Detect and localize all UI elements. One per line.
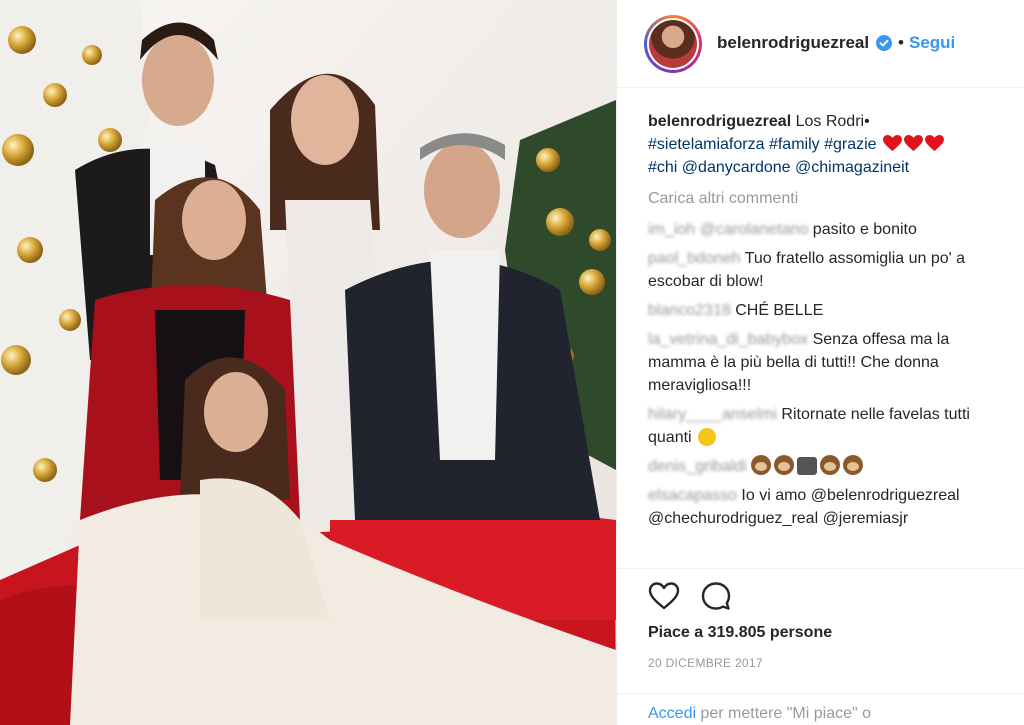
- comment-username[interactable]: la_vetrina_di_babybox: [648, 331, 808, 348]
- caption-username[interactable]: belenrodriguezreal: [648, 113, 791, 130]
- actions-divider: [617, 568, 1024, 569]
- comment-text: CHÉ BELLE: [735, 302, 824, 319]
- post-date[interactable]: 20 DICEMBRE 2017: [648, 656, 763, 670]
- comment: im_ioh @carolanetano pasito e bonito: [648, 218, 1008, 241]
- monkey-emoji-icon: [751, 455, 772, 475]
- login-divider: [617, 693, 1024, 694]
- comments-section: belenrodriguezreal Los Rodri• #sietelami…: [648, 110, 1008, 536]
- post-header: belenrodriguezreal • Segui: [617, 0, 1024, 88]
- caption: belenrodriguezreal Los Rodri• #sietelami…: [648, 110, 1008, 179]
- caption-hashtags[interactable]: #sietelamiaforza #family #grazie: [648, 136, 877, 153]
- likes-count[interactable]: Piace a 319.805 persone: [648, 624, 832, 642]
- comment-icon[interactable]: [700, 581, 732, 611]
- comment: hilary____anselmi Ritornate nelle favela…: [648, 403, 1008, 449]
- load-more-comments[interactable]: Carica altri commenti: [648, 187, 1008, 210]
- caption-text: Los Rodri•: [795, 113, 870, 130]
- comment: la_vetrina_di_babybox Senza offesa ma la…: [648, 328, 1008, 397]
- follow-separator: •: [898, 33, 904, 52]
- comment-username[interactable]: im_ioh @carolanetano: [648, 221, 808, 238]
- login-link[interactable]: Accedi: [648, 705, 696, 722]
- red-heart-emoji-icon: [925, 135, 944, 152]
- monkey-emoji-icon: [843, 455, 864, 475]
- red-heart-emoji-icon: [883, 135, 902, 152]
- login-prompt: Accedi per mettere "Mi piace" o: [648, 705, 871, 723]
- comment-text: pasito e bonito: [812, 221, 917, 238]
- winking-tongue-emoji-icon: [698, 428, 717, 446]
- comment: paol_bdoneh Tuo fratello assomiglia un p…: [648, 247, 1008, 293]
- comment: blanco2318 CHÉ BELLE: [648, 299, 1008, 322]
- slot-machine-emoji-icon: [797, 457, 818, 475]
- follow-button[interactable]: Segui: [909, 33, 955, 53]
- monkey-emoji-icon: [774, 455, 795, 475]
- comment-username[interactable]: denis_gribaldi: [648, 458, 747, 475]
- post-side-panel: belenrodriguezreal • Segui belenrodrigue…: [616, 0, 1024, 725]
- comment-username[interactable]: blanco2318: [648, 302, 731, 319]
- verified-badge-icon: [876, 35, 892, 51]
- comment-username[interactable]: paol_bdoneh: [648, 250, 741, 267]
- monkey-emoji-icon: [820, 455, 841, 475]
- comment: elsacapasso Io vi amo @belenrodriguezrea…: [648, 484, 1008, 530]
- heart-icon[interactable]: [648, 581, 680, 611]
- family-photo-illustration: [0, 0, 616, 725]
- avatar[interactable]: [644, 15, 702, 73]
- login-prompt-text: per mettere "Mi piace" o: [700, 705, 872, 722]
- red-heart-emoji-icon: [904, 135, 923, 152]
- header-username[interactable]: belenrodriguezreal: [717, 33, 869, 53]
- comment: denis_gribaldi: [648, 455, 1008, 478]
- post-photo[interactable]: [0, 0, 616, 725]
- comment-username[interactable]: hilary____anselmi: [648, 406, 777, 423]
- caption-mentions[interactable]: #chi @danycardone @chimagazineit: [648, 159, 909, 176]
- comment-username[interactable]: elsacapasso: [648, 487, 737, 504]
